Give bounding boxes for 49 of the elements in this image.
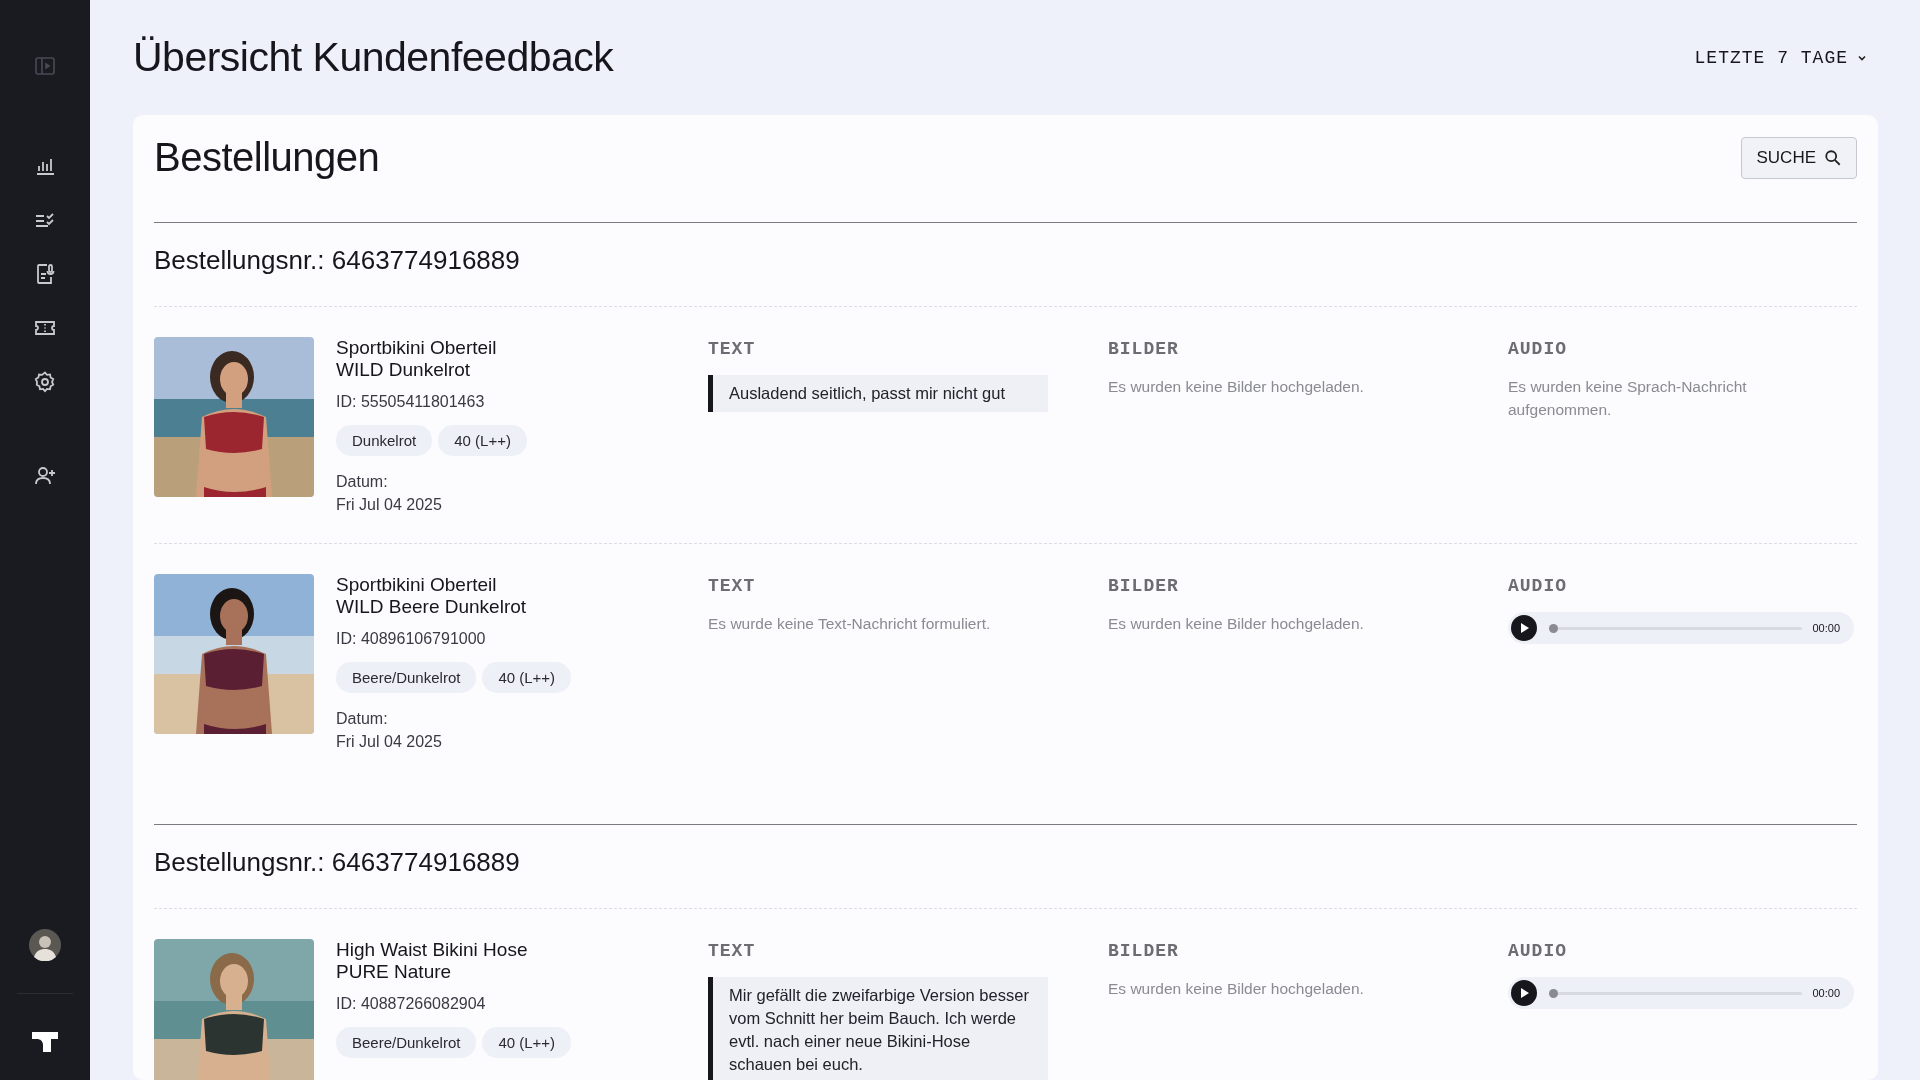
product-name: High Waist Bikini Hose PURE Nature (336, 939, 529, 983)
tag: Beere/Dunkelrot (336, 1027, 477, 1058)
empty-message: Es wurden keine Bilder hochgeladen. (1108, 377, 1365, 397)
column-label: AUDIO (1508, 941, 1568, 961)
search-button[interactable]: SUCHE (1741, 136, 1857, 179)
tag: 40 (L++) (482, 662, 572, 693)
order-number: Bestellungsnr.: 6463774916889 (154, 825, 1857, 909)
logo-icon[interactable] (31, 1030, 59, 1054)
product-id: ID: 40896106791000 (336, 630, 487, 648)
progress-thumb[interactable] (1549, 623, 1558, 633)
empty-message: Es wurden keine Bilder hochgeladen. (1108, 614, 1365, 634)
date-range-dropdown[interactable]: LETZTE 7 TAGE (1694, 47, 1868, 68)
sidebar-toggle-icon[interactable] (33, 54, 57, 78)
column-label: BILDER (1108, 576, 1180, 596)
progress-thumb[interactable] (1549, 988, 1558, 998)
column-label: TEXT (708, 576, 757, 596)
audio-time: 00:00 (1812, 622, 1840, 634)
date-label: Datum: (336, 709, 389, 729)
product-name: Sportbikini Oberteil WILD Dunkelrot (336, 337, 498, 381)
product-id: ID: 55505411801463 (336, 393, 486, 411)
audio-time: 00:00 (1812, 987, 1840, 999)
column-label: BILDER (1108, 941, 1180, 961)
search-icon (1824, 148, 1842, 167)
play-icon[interactable] (1511, 615, 1537, 641)
tag: Beere/Dunkelrot (336, 662, 477, 693)
page-title: Übersicht Kundenfeedback (133, 34, 614, 81)
empty-message: Es wurde keine Text-Nachricht formuliert. (708, 614, 992, 634)
column-label: AUDIO (1508, 339, 1568, 359)
tag: Dunkelrot (336, 425, 433, 456)
feedback-quote: Ausladend seitlich, passt mir nicht gut (708, 375, 1048, 412)
settings-icon[interactable] (33, 370, 57, 394)
play-icon[interactable] (1511, 980, 1537, 1006)
column-label: AUDIO (1508, 576, 1568, 596)
order-number: Bestellungsnr.: 6463774916889 (154, 223, 1857, 307)
product-name: Sportbikini Oberteil WILD Beere Dunkelrot (336, 574, 528, 618)
product-id: ID: 40887266082904 (336, 995, 487, 1013)
column-label: TEXT (708, 941, 757, 961)
date-value: Fri Jul 04 2025 (336, 495, 443, 515)
empty-message: Es wurden keine Bilder hochgeladen. (1108, 979, 1365, 999)
empty-message: Es wurden keine Sprach-Nachricht aufgenommen. (1508, 377, 1748, 420)
tag: 40 (L++) (438, 425, 527, 456)
column-label: BILDER (1108, 339, 1180, 359)
tag: 40 (L++) (482, 1027, 572, 1058)
card-title: Bestellungen (154, 135, 380, 180)
date-value: Fri Jul 04 2025 (336, 732, 443, 752)
date-label: Datum: (336, 472, 389, 492)
column-label: TEXT (708, 339, 757, 359)
feedback-quote: Mir gefällt die zweifarbige Version besser vom Schnitt her beim Bauch. Ich werde evtl. nach einer neue Bikini-Hose schauen bei euch. (708, 977, 1048, 1080)
user-avatar[interactable] (29, 929, 61, 961)
